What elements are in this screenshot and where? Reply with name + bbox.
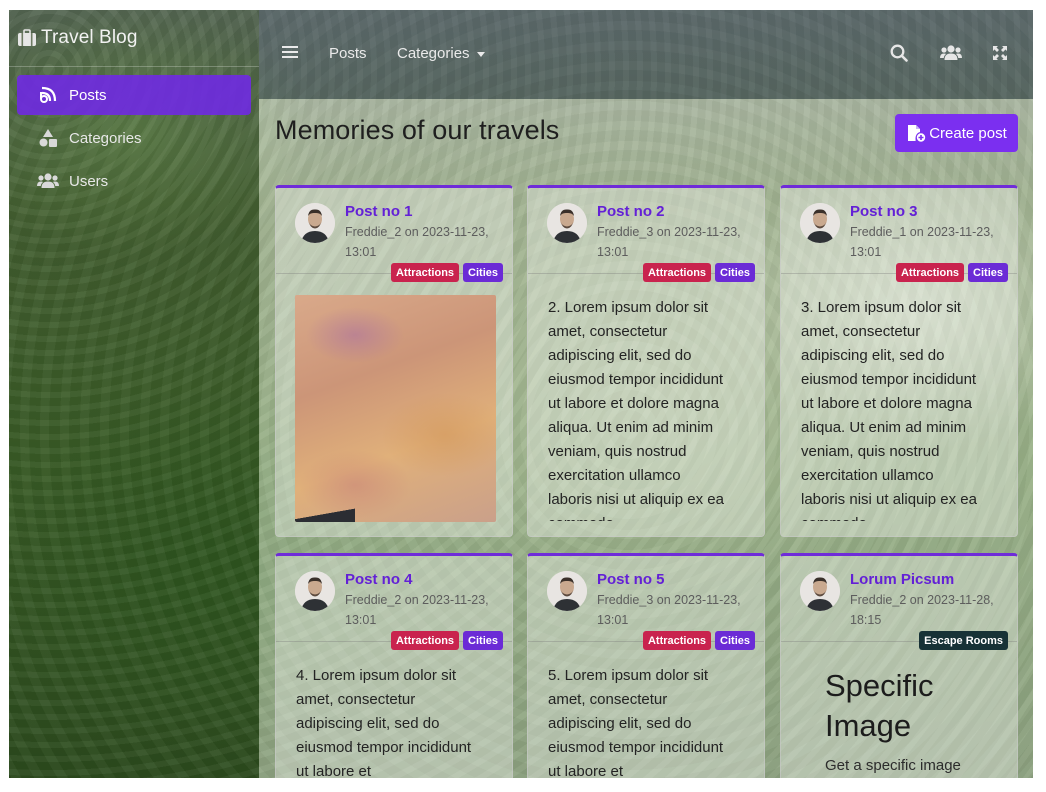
sidebar-item-label: Posts [69, 86, 107, 104]
users-icon [37, 171, 59, 191]
post-title-link[interactable]: Post no 4 [345, 571, 413, 588]
suitcase-icon [18, 29, 36, 46]
avatar [547, 571, 587, 611]
post-card: Post no 2 Freddie_3 on 2023-11-23, 13:01… [527, 185, 765, 537]
search-icon[interactable] [890, 44, 908, 62]
post-card-body: 3. Lorem ipsum dolor sit amet, consectet… [781, 274, 1017, 521]
file-add-icon [908, 125, 926, 142]
avatar [800, 571, 840, 611]
create-post-label: Create post [929, 124, 1007, 142]
post-title-link[interactable]: Post no 5 [597, 571, 665, 588]
avatar [295, 571, 335, 611]
post-card-body: 5. Lorem ipsum dolor sit amet, consectet… [528, 642, 764, 778]
main-content: Memories of our travels Create post Post… [259, 99, 1033, 778]
topnav-posts-link[interactable]: Posts [329, 45, 367, 62]
post-author-date: Freddie_3 on 2023-11-23, 13:01 [597, 225, 741, 259]
blog-icon [37, 85, 59, 105]
post-author-date: Freddie_2 on 2023-11-28, 18:15 [850, 593, 994, 627]
avatar [295, 203, 335, 243]
app-window: Travel Blog Posts Categories Users Posts… [9, 10, 1033, 778]
sidebar-item-users[interactable]: Users [17, 161, 251, 201]
post-card-header: Post no 1 Freddie_2 on 2023-11-23, 13:01… [276, 188, 512, 282]
avatar [547, 203, 587, 243]
post-heading: Specific Image [825, 668, 934, 743]
brand-title: Travel Blog [41, 27, 138, 48]
post-card-body: 2. Lorem ipsum dolor sit amet, consectet… [528, 274, 764, 521]
post-excerpt: 2. Lorem ipsum dolor sit amet, consectet… [548, 299, 724, 521]
sidebar-item-label: Users [69, 172, 109, 190]
post-title-link[interactable]: Lorum Picsum [850, 571, 954, 588]
sidebar-item-categories[interactable]: Categories [17, 118, 251, 158]
post-card-body: 4. Lorem ipsum dolor sit amet, consectet… [276, 642, 512, 778]
post-excerpt: 4. Lorem ipsum dolor sit amet, consectet… [296, 667, 472, 778]
sidebar-item-label: Categories [69, 129, 142, 147]
create-post-button[interactable]: Create post [895, 114, 1018, 152]
chevron-down-icon [476, 52, 485, 57]
post-excerpt: 5. Lorem ipsum dolor sit amet, consectet… [548, 667, 724, 778]
post-card: Lorum Picsum Freddie_2 on 2023-11-28, 18… [780, 553, 1018, 778]
users-icon[interactable] [940, 44, 962, 62]
page-title: Memories of our travels [275, 115, 560, 145]
post-card-header: Post no 4 Freddie_2 on 2023-11-23, 13:01… [276, 556, 512, 650]
post-card-body [276, 274, 512, 536]
post-card: Post no 3 Freddie_1 on 2023-11-23, 13:01… [780, 185, 1018, 537]
brand-link[interactable]: Travel Blog [9, 10, 259, 67]
sidebar-item-posts[interactable]: Posts [17, 75, 251, 115]
sidebar-nav: Posts Categories Users [9, 67, 259, 201]
post-image [295, 295, 496, 522]
post-author-date: Freddie_3 on 2023-11-23, 13:01 [597, 593, 741, 627]
post-card-header: Post no 5 Freddie_3 on 2023-11-23, 13:01… [528, 556, 764, 650]
post-excerpt: 3. Lorem ipsum dolor sit amet, consectet… [801, 299, 977, 521]
shapes-icon [37, 128, 59, 148]
post-title-link[interactable]: Post no 1 [345, 203, 413, 220]
post-excerpt: Get a specific image by [825, 757, 961, 774]
topnav-categories-label: Categories [397, 45, 470, 62]
post-author-date: Freddie_2 on 2023-11-23, 13:01 [345, 225, 489, 259]
fullscreen-icon[interactable] [992, 45, 1008, 61]
post-author-date: Freddie_2 on 2023-11-23, 13:01 [345, 593, 489, 627]
hamburger-menu-icon[interactable] [282, 45, 298, 59]
post-title-link[interactable]: Post no 2 [597, 203, 665, 220]
avatar [800, 203, 840, 243]
post-author-date: Freddie_1 on 2023-11-23, 13:01 [850, 225, 994, 259]
post-card-header: Post no 3 Freddie_1 on 2023-11-23, 13:01… [781, 188, 1017, 282]
post-card: Post no 5 Freddie_3 on 2023-11-23, 13:01… [527, 553, 765, 778]
post-card-header: Post no 2 Freddie_3 on 2023-11-23, 13:01… [528, 188, 764, 282]
post-card: Post no 4 Freddie_2 on 2023-11-23, 13:01… [275, 553, 513, 778]
post-card-header: Lorum Picsum Freddie_2 on 2023-11-28, 18… [781, 556, 1017, 650]
topnav-categories-dropdown[interactable]: Categories [397, 45, 485, 62]
sidebar: Travel Blog Posts Categories Users [9, 10, 259, 778]
post-title-link[interactable]: Post no 3 [850, 203, 918, 220]
top-navbar: Posts Categories [259, 10, 1033, 99]
post-card-body: Specific Image Get a specific image by [781, 642, 1017, 778]
post-card: Post no 1 Freddie_2 on 2023-11-23, 13:01… [275, 185, 513, 537]
